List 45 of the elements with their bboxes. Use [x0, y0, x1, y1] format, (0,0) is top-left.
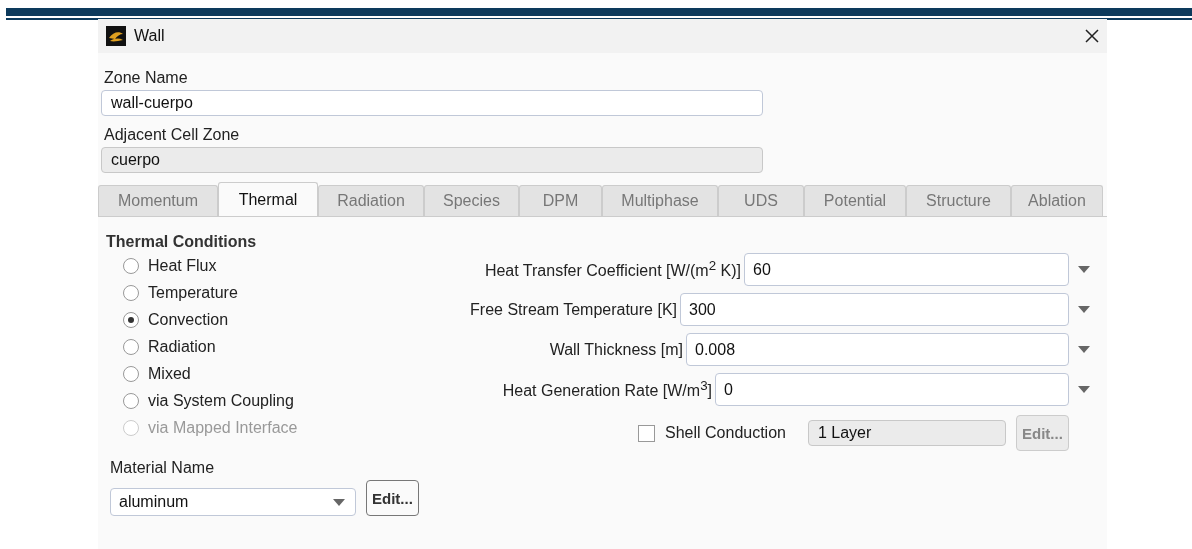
- close-icon[interactable]: [1085, 29, 1099, 43]
- radio-button[interactable]: [123, 312, 139, 328]
- shell-conduction-label: Shell Conduction: [665, 424, 786, 442]
- parameter-field[interactable]: 0: [715, 373, 1069, 406]
- radio-button[interactable]: [123, 339, 139, 355]
- parameter-field[interactable]: 0.008: [686, 333, 1069, 366]
- dropdown-caret-icon[interactable]: [1078, 346, 1090, 353]
- radio-button[interactable]: [123, 366, 139, 382]
- tab[interactable]: Structure: [906, 185, 1011, 216]
- radio-label: Convection: [148, 311, 229, 329]
- parameter-label: Heat Transfer Coefficient [W/(m$^{2}$ K)]: [483, 258, 742, 281]
- tab[interactable]: Multiphase: [602, 185, 718, 216]
- radio-label: via System Coupling: [148, 392, 294, 410]
- dropdown-caret-icon[interactable]: [1078, 386, 1090, 393]
- tab[interactable]: Potential: [804, 185, 906, 216]
- zone-name-label: Zone Name: [104, 69, 189, 87]
- material-dropdown[interactable]: aluminum: [110, 488, 356, 516]
- zone-name-field[interactable]: wall-cuerpo: [101, 90, 763, 116]
- radio-button[interactable]: [123, 285, 139, 301]
- window-title: Wall: [134, 27, 166, 45]
- parameter-label: Wall Thickness [m]: [548, 340, 684, 359]
- tab[interactable]: Species: [424, 185, 519, 216]
- edit-button[interactable]: Edit...: [366, 480, 419, 516]
- radio-label: Radiation: [148, 338, 216, 356]
- tab[interactable]: Thermal: [218, 182, 318, 216]
- radio-label: Heat Flux: [148, 257, 217, 275]
- dropdown-caret-icon[interactable]: [1078, 306, 1090, 313]
- dropdown-caret-icon[interactable]: [1078, 266, 1090, 273]
- material-name-label: Material Name: [110, 459, 216, 477]
- app-logo-icon: [106, 26, 126, 46]
- parameter-label: Heat Generation Rate [W/m$^{3}$]: [501, 378, 713, 401]
- parameter-field[interactable]: 60: [744, 253, 1069, 286]
- radio-label: Mixed: [148, 365, 191, 383]
- dropdown-caret-icon[interactable]: [333, 498, 345, 506]
- parameter-label: Free Stream Temperature [K]: [469, 300, 678, 319]
- parameter-field[interactable]: 300: [680, 293, 1069, 326]
- radio-label: via Mapped Interface: [148, 419, 298, 437]
- tab[interactable]: Ablation: [1011, 185, 1103, 216]
- section-title: Thermal Conditions: [106, 233, 258, 251]
- adjacent-cell-zone-label: Adjacent Cell Zone: [104, 126, 241, 144]
- tab[interactable]: Radiation: [318, 185, 424, 216]
- radio-button[interactable]: [123, 258, 139, 274]
- radio-label: Temperature: [148, 284, 238, 302]
- radio-button[interactable]: [123, 393, 139, 409]
- tab[interactable]: UDS: [718, 185, 804, 216]
